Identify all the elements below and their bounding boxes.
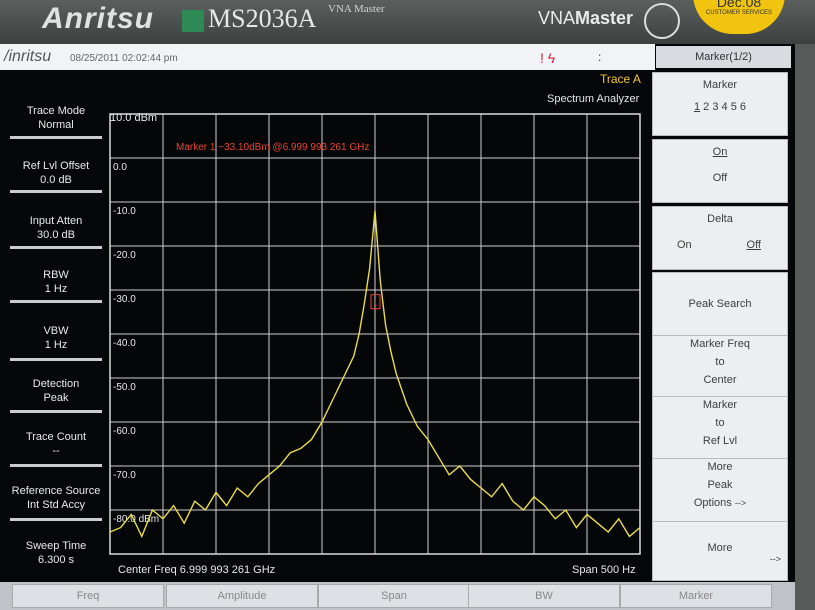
tab-span[interactable]: Span <box>318 584 470 608</box>
ref-level-label: 10.0 dBm <box>110 112 158 124</box>
tab-bw[interactable]: BW <box>468 584 620 608</box>
divider <box>10 518 102 521</box>
spectrum-plot[interactable]: 0.0 -10.0 -20.0 -30.0 -40.0 -50.0 -60.0 -70.0 -8… <box>108 112 648 562</box>
datetime-readout: 08/25/2011 02:02:44 pm <box>70 53 178 64</box>
product-line: VNAMaster <box>538 8 634 28</box>
center-freq-label: Center Freq 6.999 993 261 GHz <box>118 564 276 576</box>
status-bar: /inritsu 08/25/2011 02:02:44 pm ! ϟ : <box>0 44 655 70</box>
param-vbw: VBW 1 Hz <box>43 325 69 351</box>
param-rbw: RBW 1 Hz <box>43 269 69 295</box>
calibration-sticker: Dec.08 CUSTOMER SERVICES <box>693 0 785 34</box>
mode-title: Spectrum Analyzer <box>547 93 640 105</box>
divider <box>10 410 102 413</box>
marker-selected: 1 <box>693 101 701 113</box>
spectrum-graph: 0.0-10.0-20.0-30.0-40.0-50.0-60.0-70.0-8… <box>109 113 641 555</box>
y-tick-label: -70.0 <box>113 470 136 481</box>
divider <box>10 246 102 249</box>
model-subtitle: VNA Master <box>328 3 385 15</box>
arrow-right-icon: --> <box>769 554 781 564</box>
softkey-menu-title: Marker(1/2) <box>656 46 791 68</box>
param-detection: Detection Peak <box>32 378 80 404</box>
param-trace-mode: Trace Mode Normal <box>26 105 86 131</box>
tab-marker[interactable]: Marker <box>620 584 772 608</box>
marker-select-button[interactable]: Marker 1 2 3 4 5 6 <box>652 72 788 136</box>
screen: /inritsu 08/25/2011 02:02:44 pm ! ϟ : Tr… <box>0 44 795 610</box>
y-tick-label: -50.0 <box>113 382 136 393</box>
marker-readout: Marker 1 −33.10dBm @6.999 993 261 GHz <box>176 142 370 153</box>
param-reference-source: Reference Source Int Std Accy <box>11 485 101 511</box>
globe-icon <box>644 3 680 39</box>
delta-button[interactable]: Delta On Off <box>652 206 788 270</box>
divider <box>10 358 102 361</box>
bottom-menu-bar: Freq Amplitude Span BW Marker <box>0 582 795 610</box>
peak-search-button[interactable]: Peak Search <box>652 272 788 336</box>
param-sweep-time: Sweep Time 6.300 s <box>25 540 87 566</box>
tab-amplitude[interactable]: Amplitude <box>166 584 318 608</box>
more-peak-options-button[interactable]: More Peak Options --> <box>652 458 788 522</box>
screen-logo: /inritsu <box>4 48 52 65</box>
trace-label: Trace A <box>600 72 641 86</box>
more-button[interactable]: More --> <box>652 521 788 581</box>
tab-freq[interactable]: Freq <box>12 584 164 608</box>
brand-square-icon <box>182 10 204 32</box>
status-dots: : <box>598 50 602 64</box>
instrument-bezel: Anritsu MS2036A VNA Master VNAMaster Dec… <box>0 0 815 44</box>
arrow-right-icon: --> <box>734 498 747 508</box>
param-trace-count: Trace Count -- <box>25 431 87 457</box>
bezel-edge <box>795 44 815 610</box>
marker-to-ref-lvl-button[interactable]: Marker to Ref Lvl <box>652 396 788 460</box>
divider <box>10 190 102 193</box>
marker-on-off-button[interactable]: On Off <box>652 139 788 203</box>
marker-freq-to-center-button[interactable]: Marker Freq to Center <box>652 335 788 399</box>
y-tick-label: 0.0 <box>113 162 127 173</box>
param-input-atten: Input Atten 30.0 dB <box>29 215 83 241</box>
brand-logo: Anritsu <box>42 2 154 35</box>
divider <box>10 300 102 303</box>
marker-1-label: 1 <box>373 299 378 308</box>
warning-icon: ! ϟ <box>540 50 556 66</box>
span-label: Span 500 Hz <box>572 564 636 576</box>
divider <box>10 136 102 139</box>
model-number: MS2036A <box>208 4 317 33</box>
y-tick-label: -40.0 <box>113 338 136 349</box>
divider <box>10 464 102 467</box>
y-tick-label: -10.0 <box>113 206 136 217</box>
y-tick-label: -20.0 <box>113 250 136 261</box>
param-ref-lvl-offset: Ref Lvl Offset 0.0 dB <box>22 160 90 186</box>
y-tick-label: -30.0 <box>113 294 136 305</box>
y-tick-label: -60.0 <box>113 426 136 437</box>
